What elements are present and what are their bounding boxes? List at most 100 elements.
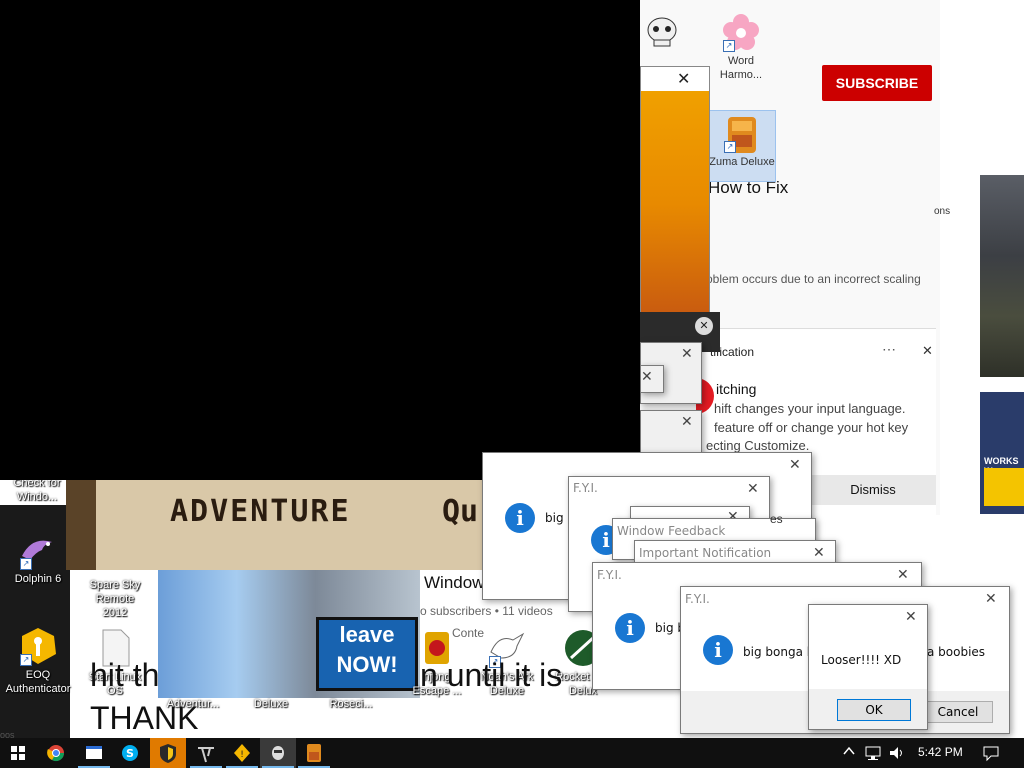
shortcut-arrow-icon: ↗ bbox=[20, 558, 32, 570]
thumbnail-works[interactable]: WORKS W bbox=[980, 392, 1024, 514]
taskbar-badge[interactable]: ! bbox=[224, 738, 260, 768]
message-text-end: a boobies bbox=[927, 645, 986, 659]
action-center-icon[interactable] bbox=[982, 744, 1000, 767]
shortcut-arrow-icon: ↗ bbox=[20, 654, 32, 666]
dialog-title: F.Y.I. bbox=[685, 592, 710, 606]
taskbar-bug[interactable] bbox=[260, 738, 296, 768]
notification-heading: itching bbox=[716, 381, 757, 397]
dolphin-icon: ↗ bbox=[18, 530, 58, 570]
close-icon[interactable]: ✕ bbox=[681, 346, 693, 362]
notification-line-2: feature off or change your hot key bbox=[714, 420, 909, 435]
clock[interactable]: 5:42 PM bbox=[918, 745, 963, 759]
desktop-icon-label: Dolphin 6 bbox=[14, 573, 62, 585]
shield-app-icon bbox=[160, 744, 176, 763]
desktop-icon-label: Deluxe bbox=[253, 698, 289, 710]
desktop-icon-word-harmony[interactable]: ↗ Word Harmo... bbox=[708, 12, 774, 82]
ok-button[interactable]: OK bbox=[837, 699, 911, 721]
dialog-title: F.Y.I. bbox=[573, 481, 598, 495]
desktop-icon-label: Zuma Deluxe bbox=[709, 156, 775, 168]
looser-text: Looser!!!! XD bbox=[821, 653, 902, 667]
key-icon: ↗ bbox=[18, 626, 58, 666]
shortcut-arrow-icon: ↗ bbox=[724, 141, 736, 153]
thumbnail-landscape[interactable] bbox=[980, 175, 1024, 377]
desktop-icon-remote[interactable]: Spare Sky Remote 2012 bbox=[82, 578, 148, 620]
close-icon[interactable]: ✕ bbox=[905, 609, 917, 625]
chrome-icon bbox=[47, 745, 65, 762]
network-icon[interactable] bbox=[864, 744, 882, 767]
desktop-icon-label: Check for Windo... bbox=[13, 477, 61, 503]
info-icon: i bbox=[703, 635, 733, 665]
more-options-icon[interactable]: ⋯ bbox=[882, 341, 896, 358]
leave-now-line-2: NOW! bbox=[336, 652, 398, 677]
desktop-icon-check[interactable]: Check for Windo... bbox=[4, 476, 70, 504]
tray-chevron-icon[interactable] bbox=[842, 744, 856, 761]
skype-icon: S bbox=[122, 745, 138, 761]
dialog-title: Important Notification bbox=[639, 546, 772, 560]
taskbar-window-app[interactable] bbox=[76, 738, 112, 768]
taskbar-chrome[interactable] bbox=[38, 738, 74, 768]
close-icon[interactable]: ✕ bbox=[897, 567, 909, 583]
info-icon: i bbox=[505, 503, 535, 533]
window-app-icon bbox=[86, 746, 102, 759]
desktop-icon-zuma[interactable]: ↗ Zuma Deluxe bbox=[708, 110, 776, 182]
dialog-title: Window Feedback bbox=[617, 524, 726, 538]
notification-partial-text: es bbox=[770, 512, 783, 526]
taskbar-shield-app[interactable] bbox=[150, 738, 186, 768]
notification-line-3: ecting Customize. bbox=[706, 438, 810, 453]
start-icon bbox=[11, 746, 25, 760]
caption-hit: hit th bbox=[90, 657, 160, 693]
taskbar-tool[interactable] bbox=[188, 738, 224, 768]
cascade-dialog-2[interactable]: ✕ bbox=[640, 365, 664, 393]
side-text: ons bbox=[934, 206, 951, 217]
bug-icon bbox=[272, 746, 284, 760]
qu-text: Qu bbox=[442, 494, 479, 529]
close-icon[interactable]: ✕ bbox=[985, 591, 997, 607]
info-icon: i bbox=[615, 613, 645, 643]
desktop-icon-roseci[interactable]: Roseci... bbox=[318, 697, 384, 711]
notification-line-1: hift changes your input language. bbox=[714, 401, 906, 416]
caption-until: n until it is bbox=[420, 657, 563, 693]
leave-now-sign: leave NOW! bbox=[316, 617, 418, 691]
leave-now-line-1: leave bbox=[339, 622, 395, 647]
video-description: oblem occurs due to an incorrect scaling bbox=[706, 272, 921, 286]
dismiss-button[interactable]: Dismiss bbox=[810, 475, 936, 505]
close-icon[interactable]: ✕ bbox=[747, 481, 759, 497]
game-window[interactable]: ADVENTURE Qu bbox=[66, 480, 484, 570]
cancel-button[interactable]: Cancel bbox=[923, 701, 993, 723]
desktop-icon-dolphin[interactable]: ↗ Dolphin 6 bbox=[5, 530, 71, 586]
tool-icon bbox=[198, 747, 214, 763]
flower-icon: ↗ bbox=[721, 12, 761, 52]
black-window[interactable] bbox=[0, 0, 640, 480]
desktop-icon-eoq[interactable]: ↗ EOQ Authenticator bbox=[5, 626, 71, 696]
badge-icon: ! bbox=[234, 744, 250, 762]
shortcut-arrow-icon: ↗ bbox=[723, 40, 735, 52]
desktop-icon-label: Roseci... bbox=[329, 698, 373, 710]
taskbar-zuma[interactable] bbox=[296, 738, 332, 768]
dialog-title: F.Y.I. bbox=[597, 568, 622, 582]
close-icon[interactable]: ✕ bbox=[789, 457, 801, 473]
caption-thank: THANK bbox=[90, 700, 199, 736]
desktop-icon-label: Spare Sky Remote 2012 bbox=[89, 579, 141, 619]
zuma-app-icon bbox=[307, 744, 321, 762]
close-circle-icon[interactable]: ✕ bbox=[695, 317, 713, 335]
desktop-icon-deluxe[interactable]: Deluxe bbox=[238, 697, 304, 711]
close-icon[interactable]: ✕ bbox=[922, 343, 933, 359]
close-icon[interactable]: ✕ bbox=[813, 545, 825, 561]
channel-subscribers: o subscribers • 11 videos bbox=[420, 604, 553, 618]
close-icon[interactable]: ✕ bbox=[641, 369, 653, 385]
looser-dialog[interactable]: ✕ Looser!!!! XD OK bbox=[808, 604, 928, 730]
channel-name[interactable]: Window bbox=[424, 573, 484, 593]
close-icon[interactable]: ✕ bbox=[681, 414, 693, 430]
game-popup-window[interactable]: ✕ bbox=[640, 66, 710, 318]
taskbar: oos S ! 5:42 PM bbox=[0, 730, 1024, 768]
taskbar-skype[interactable]: S bbox=[112, 738, 148, 768]
start-button[interactable] bbox=[0, 738, 36, 768]
game-art bbox=[641, 91, 709, 317]
volume-icon[interactable] bbox=[888, 744, 906, 767]
subscribe-button[interactable]: SUBSCRIBE bbox=[822, 65, 932, 101]
zuma-icon: ↗ bbox=[722, 113, 762, 153]
skull-icon bbox=[640, 14, 684, 52]
desktop-icon-label: Word Harmo... bbox=[719, 55, 763, 81]
close-icon[interactable]: ✕ bbox=[677, 69, 690, 89]
desktop-icon-label: EOQ Authenticator bbox=[5, 669, 71, 695]
